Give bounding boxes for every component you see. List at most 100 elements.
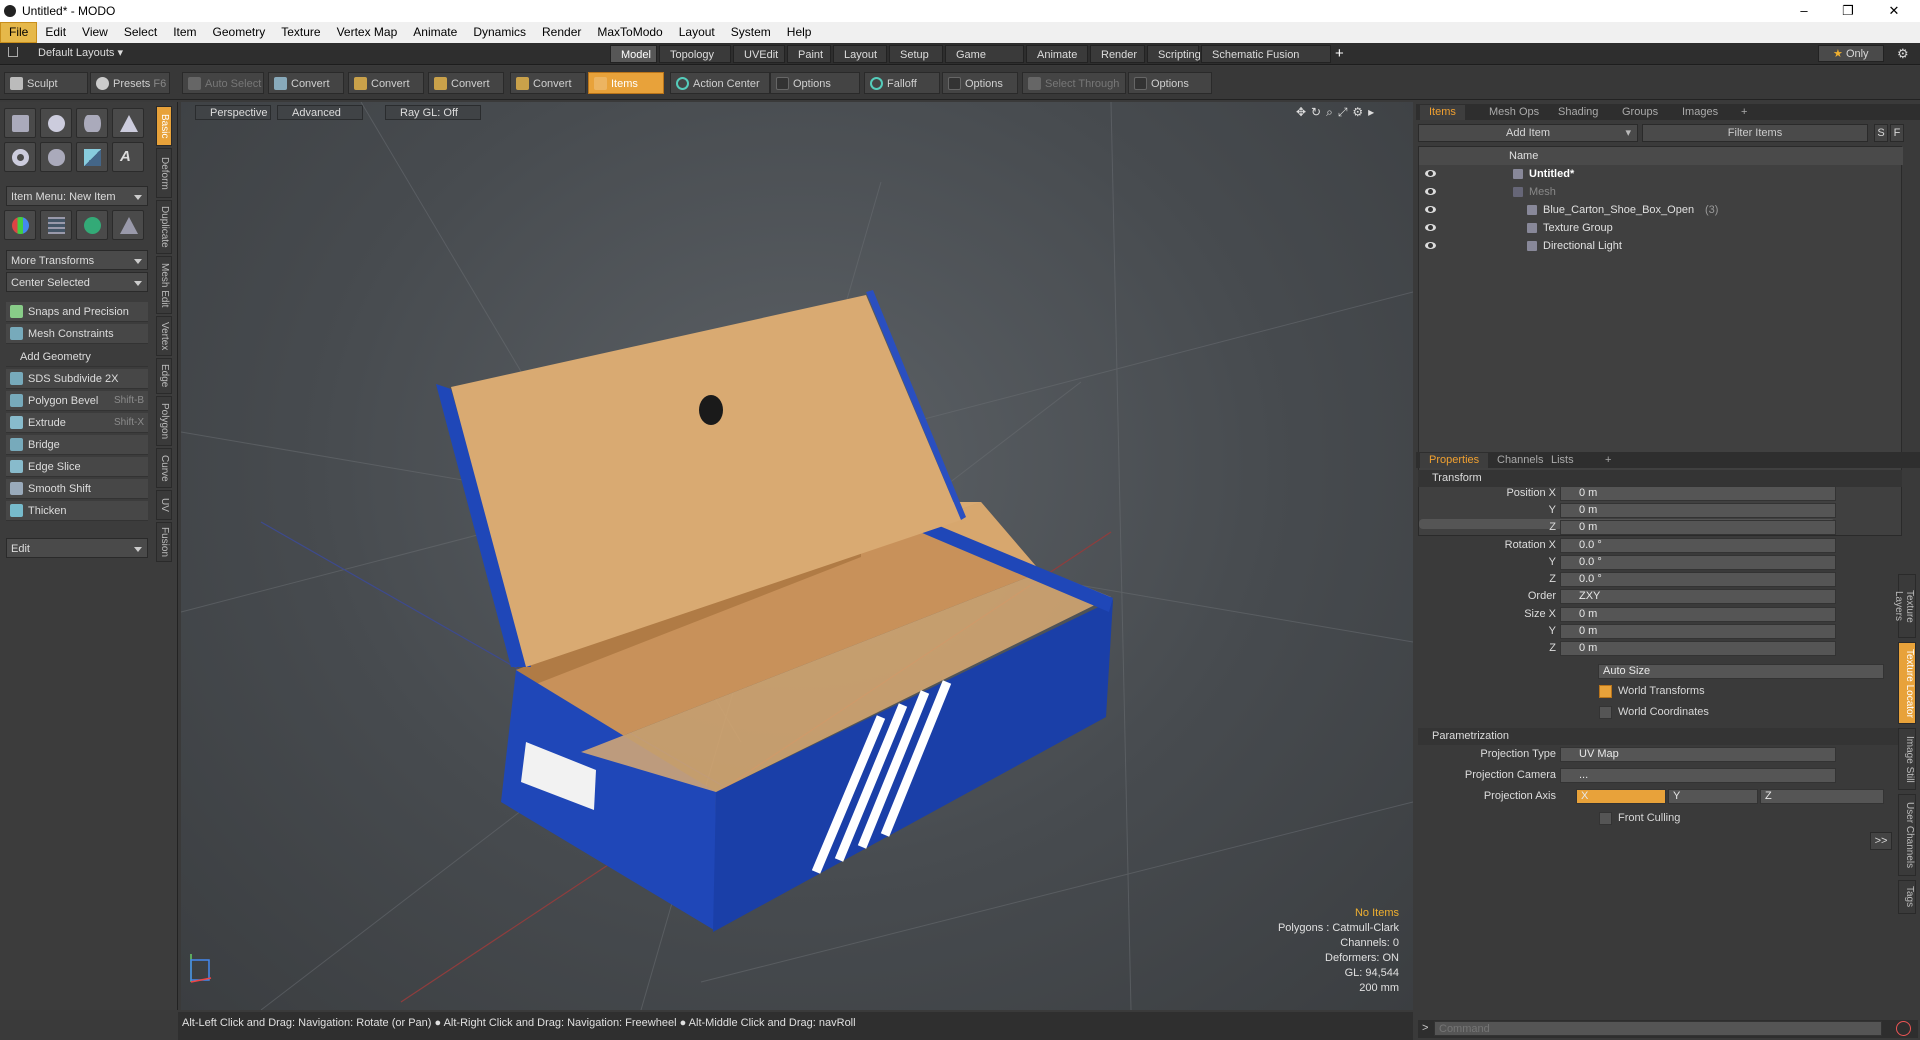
tab-images[interactable]: Images — [1673, 105, 1727, 120]
world-transforms-checkbox[interactable] — [1599, 685, 1612, 698]
tool-edge-slice[interactable]: Edge Slice — [6, 457, 148, 477]
items-mode-button[interactable]: Items — [588, 72, 664, 94]
vtab-texture-layers[interactable]: Texture Layers — [1893, 574, 1916, 638]
filter-items-input[interactable]: Filter Items — [1642, 124, 1868, 142]
vtab-texture-locator[interactable]: Texture Locator — [1898, 642, 1916, 724]
stretch-button[interactable] — [112, 210, 144, 240]
add-item-dropdown[interactable]: Add Item ▾ — [1418, 124, 1638, 142]
tool-bridge[interactable]: Bridge — [6, 435, 148, 455]
convert-edge-button[interactable]: Convert — [348, 72, 424, 94]
visibility-eye-icon[interactable] — [1425, 188, 1436, 195]
tool-extrude[interactable]: Extrude Shift-X — [6, 413, 148, 433]
convert-polygon-button[interactable]: Convert — [428, 72, 504, 94]
convert-vertex-button[interactable]: Convert — [268, 72, 344, 94]
axis-z-button[interactable]: Z — [1760, 789, 1884, 804]
rotation-z-field[interactable]: 0.0 ° — [1560, 572, 1836, 587]
sculpt-button[interactable]: Sculpt — [4, 72, 88, 94]
size-z-field[interactable]: 0 m — [1560, 641, 1836, 656]
center-selected-dropdown[interactable]: Center Selected — [6, 272, 148, 292]
tab-items[interactable]: Items — [1420, 105, 1465, 120]
position-y-field[interactable]: 0 m — [1560, 503, 1836, 518]
order-field[interactable]: ZXY — [1560, 589, 1836, 604]
transform-section[interactable]: Transform — [1418, 470, 1902, 487]
layout-tab-layout[interactable]: Layout — [833, 45, 887, 63]
default-layouts-dropdown[interactable]: Default Layouts ▾ — [38, 46, 123, 59]
3d-viewport[interactable]: Perspective Advanced Ray GL: Off ✥↻⌕⤢⚙▸ — [181, 102, 1413, 1010]
action-center-button[interactable]: Action Center — [670, 72, 770, 94]
tab-shading[interactable]: Shading — [1549, 105, 1607, 120]
action-center-options-button[interactable]: Options — [770, 72, 860, 94]
menu-texture[interactable]: Texture — [273, 23, 328, 42]
edit-dropdown[interactable]: Edit — [6, 538, 148, 558]
sphere-primitive-button[interactable] — [40, 108, 72, 138]
tool-sds-subdivide-2x[interactable]: SDS Subdivide 2X — [6, 369, 148, 389]
presets-button[interactable]: Presets F6 — [90, 72, 170, 94]
menu-help[interactable]: Help — [779, 23, 820, 42]
menu-maxtomodo[interactable]: MaxToModo — [589, 23, 670, 42]
auto-size-button[interactable]: Auto Size — [1598, 664, 1884, 679]
vtab-mesh-edit[interactable]: Mesh Edit — [156, 256, 172, 314]
tab-properties[interactable]: Properties — [1420, 453, 1489, 468]
vtab-user-channels[interactable]: User Channels — [1898, 794, 1916, 876]
more-transforms-dropdown[interactable]: More Transforms — [6, 250, 148, 270]
rotation-y-field[interactable]: 0.0 ° — [1560, 555, 1836, 570]
gear-icon[interactable]: ⚙ — [1897, 46, 1909, 62]
transform-button[interactable] — [4, 210, 36, 240]
tool-smooth-shift[interactable]: Smooth Shift — [6, 479, 148, 499]
select-through-button[interactable]: Select Through — [1022, 72, 1126, 94]
snaps-precision-button[interactable]: Snaps and Precision — [6, 302, 148, 322]
projection-type-field[interactable]: UV Map — [1560, 747, 1836, 762]
add-geometry-header[interactable]: Add Geometry — [6, 347, 148, 367]
visibility-eye-icon[interactable] — [1425, 242, 1436, 249]
menu-file[interactable]: File — [0, 22, 38, 43]
vtab-vertex[interactable]: Vertex — [156, 316, 172, 356]
text-tool-button[interactable]: A — [112, 142, 144, 172]
cone-primitive-button[interactable] — [112, 108, 144, 138]
command-input[interactable] — [1434, 1021, 1882, 1036]
visibility-eye-icon[interactable] — [1425, 170, 1436, 177]
vtab-edge[interactable]: Edge — [156, 358, 172, 394]
vtab-polygon[interactable]: Polygon — [156, 396, 172, 446]
layout-tab-paint[interactable]: Paint — [787, 45, 831, 63]
vtab-basic[interactable]: Basic — [156, 106, 172, 146]
select-options-button[interactable]: Options — [1128, 72, 1212, 94]
menu-edit[interactable]: Edit — [37, 23, 74, 42]
close-button[interactable]: ✕ — [1872, 0, 1916, 22]
vtab-fusion[interactable]: Fusion — [156, 522, 172, 562]
filter-f-button[interactable]: F — [1890, 124, 1904, 142]
position-z-field[interactable]: 0 m — [1560, 520, 1836, 535]
item-row-untitled-[interactable]: Untitled* — [1419, 165, 1903, 183]
falloff-options-button[interactable]: Options — [942, 72, 1018, 94]
tab-groups[interactable]: Groups — [1613, 105, 1667, 120]
tool-thicken[interactable]: Thicken — [6, 501, 148, 521]
mesh-constraints-button[interactable]: Mesh Constraints — [6, 324, 148, 344]
position-x-field[interactable]: 0 m — [1560, 486, 1836, 501]
axis-y-button[interactable]: Y — [1668, 789, 1758, 804]
menu-vertex-map[interactable]: Vertex Map — [329, 23, 406, 42]
layout-tab-game-tools[interactable]: Game Tools — [945, 45, 1024, 79]
vtab-tags[interactable]: Tags — [1898, 880, 1916, 914]
menu-item[interactable]: Item — [165, 23, 204, 42]
size-y-field[interactable]: 0 m — [1560, 624, 1836, 639]
menu-dynamics[interactable]: Dynamics — [465, 23, 534, 42]
item-row-blue-carton-shoe-box-open[interactable]: Blue_Carton_Shoe_Box_Open (3) — [1419, 201, 1903, 219]
cylinder-primitive-button[interactable] — [76, 108, 108, 138]
projection-camera-field[interactable]: ... — [1560, 768, 1836, 783]
rotation-x-field[interactable]: 0.0 ° — [1560, 538, 1836, 553]
add-layout-icon[interactable]: + — [1335, 45, 1344, 62]
capsule-primitive-button[interactable] — [40, 142, 72, 172]
cube-primitive-button[interactable] — [4, 108, 36, 138]
scale-button[interactable] — [40, 210, 72, 240]
expand-more-button[interactable]: >> — [1870, 832, 1892, 850]
convert-item-button[interactable]: Convert — [510, 72, 586, 94]
layout-tab-model[interactable]: Model — [610, 45, 657, 63]
item-menu-dropdown[interactable]: Item Menu: New Item — [6, 186, 148, 206]
tab-mesh-ops[interactable]: Mesh Ops — [1480, 105, 1548, 120]
vtab-duplicate[interactable]: Duplicate — [156, 200, 172, 254]
item-row-mesh[interactable]: Mesh — [1419, 183, 1903, 201]
tool-polygon-bevel[interactable]: Polygon Bevel Shift-B — [6, 391, 148, 411]
layout-tab-topology[interactable]: Topology — [659, 45, 731, 63]
world-coordinates-checkbox[interactable] — [1599, 706, 1612, 719]
axis-x-button[interactable]: X — [1576, 789, 1666, 804]
menu-system[interactable]: System — [723, 23, 779, 42]
